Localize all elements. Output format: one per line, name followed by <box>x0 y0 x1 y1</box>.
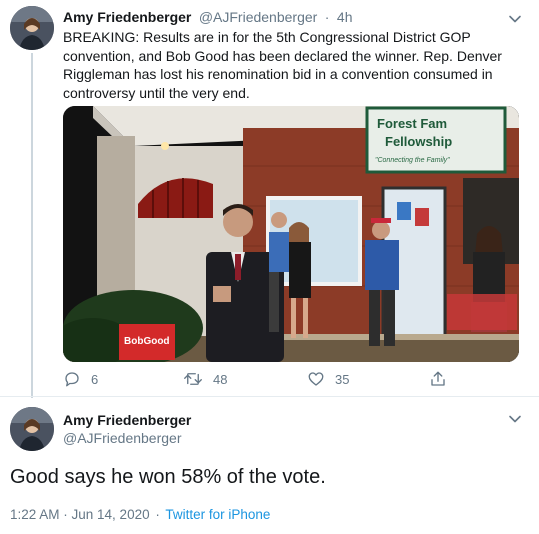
heart-icon <box>308 372 324 386</box>
reply-icon <box>65 372 79 387</box>
share-icon <box>431 371 445 386</box>
reply-count: 6 <box>91 371 99 387</box>
tweet-text: BREAKING: Results are in for the 5th Con… <box>63 29 502 101</box>
tweet-text: Good says he won 58% of the vote. <box>10 466 326 488</box>
tweet-header: Amy Friedenberger @AJFriedenberger · 4h <box>63 9 352 27</box>
divider <box>0 396 539 397</box>
chevron-down-icon[interactable] <box>506 410 524 428</box>
avatar[interactable] <box>10 407 54 451</box>
tweet-1[interactable]: Amy Friedenberger @AJFriedenberger · 4h … <box>0 0 539 398</box>
avatar[interactable] <box>10 6 54 50</box>
timestamp[interactable]: 1:22 AM · Jun 14, 2020 <box>10 507 150 522</box>
display-name[interactable]: Amy Friedenberger <box>63 412 191 428</box>
retweet-action[interactable]: 48 <box>183 370 227 388</box>
tweet-meta: 1:22 AM · Jun 14, 2020 · Twitter for iPh… <box>10 507 270 522</box>
tweet-actions: 6 48 35 <box>63 370 483 390</box>
yard-sign-text: BobGood <box>124 336 170 347</box>
timestamp[interactable]: 4h <box>337 9 353 25</box>
retweet-count: 48 <box>213 371 228 387</box>
share-action[interactable] <box>429 370 457 388</box>
handle[interactable]: @AJFriedenberger <box>199 9 318 25</box>
convention-photo-illustration: Forest Fam Fellowship "Connecting the Fa… <box>63 106 519 362</box>
sign-line-1: Forest Fam <box>377 116 447 131</box>
source-link[interactable]: Twitter for iPhone <box>165 507 270 522</box>
chevron-down-icon[interactable] <box>506 10 524 28</box>
like-count: 35 <box>335 371 350 387</box>
like-action[interactable]: 35 <box>307 370 349 388</box>
separator: · <box>155 507 160 522</box>
sign-line-2: Fellowship <box>385 134 452 149</box>
display-name[interactable]: Amy Friedenberger <box>63 9 191 25</box>
retweet-icon <box>184 373 202 385</box>
handle[interactable]: @AJFriedenberger <box>63 430 182 446</box>
thread-line <box>31 53 33 398</box>
tweet-photo[interactable]: Forest Fam Fellowship "Connecting the Fa… <box>63 106 519 362</box>
separator: · <box>324 9 330 25</box>
sign-line-3: "Connecting the Family" <box>375 157 450 164</box>
reply-action[interactable]: 6 <box>63 370 98 388</box>
